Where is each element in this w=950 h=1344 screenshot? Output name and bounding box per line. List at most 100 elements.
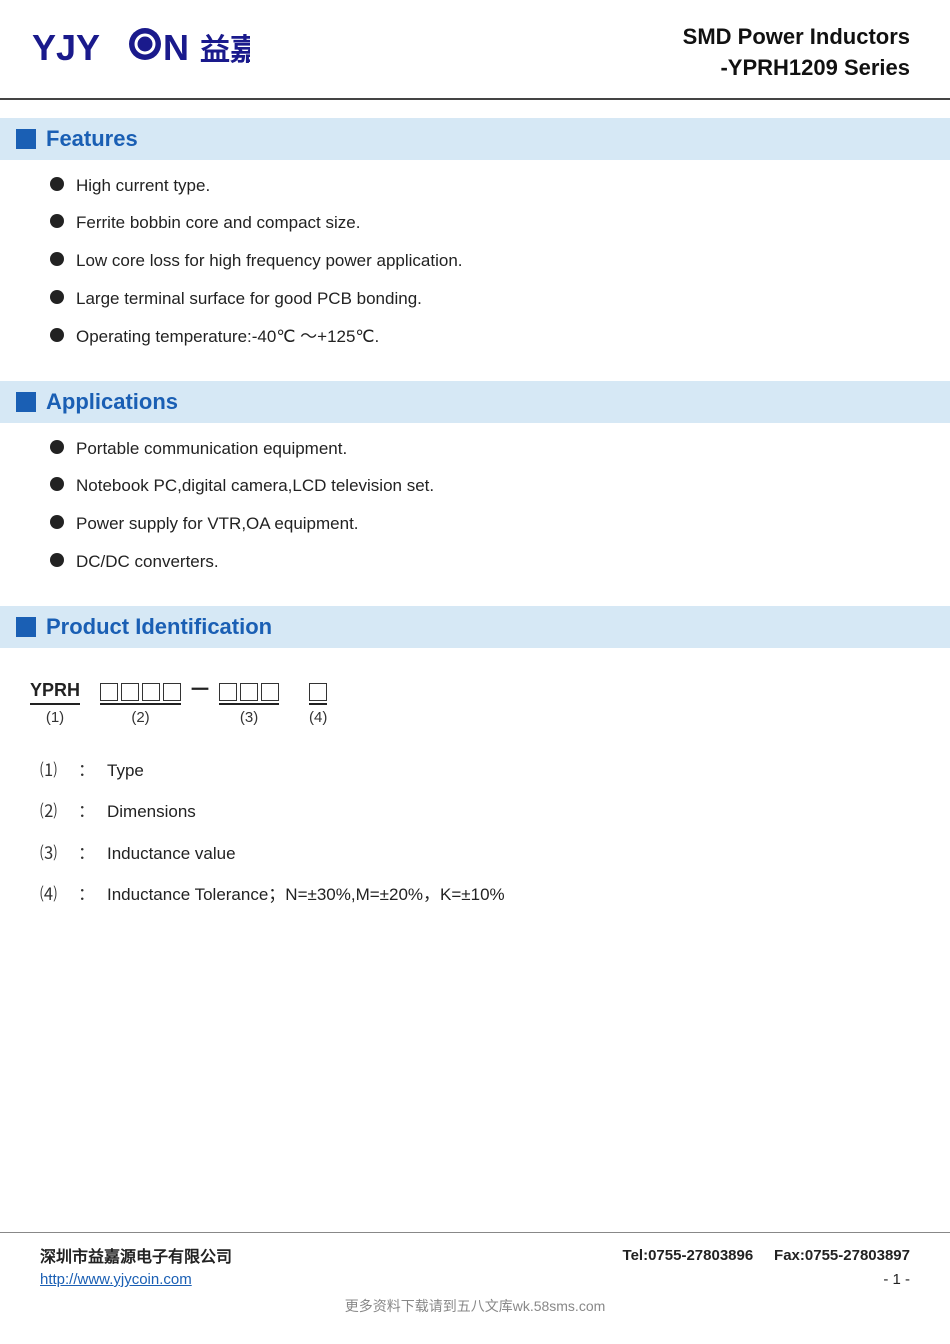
applications-icon bbox=[16, 392, 36, 412]
list-item: High current type. bbox=[50, 174, 910, 198]
item-text-1: Type bbox=[107, 758, 144, 784]
features-header: Features bbox=[0, 118, 950, 160]
product-id-content: YPRH (1) (2) － bbox=[0, 648, 950, 944]
item-num-1: ⑴ bbox=[40, 758, 70, 784]
id-item-4: ⑷ ： Inductance Tolerance；N=±30%,M=±20%，K… bbox=[40, 882, 940, 908]
item-num-4: ⑷ bbox=[40, 882, 70, 908]
code-boxes-2 bbox=[100, 683, 181, 705]
code-group3-label: (3) bbox=[240, 709, 258, 726]
code-group-1: YPRH (1) bbox=[30, 680, 80, 726]
app-item-1: Portable communication equipment. bbox=[76, 437, 347, 461]
product-identification-section: Product Identification YPRH (1) (2) bbox=[0, 606, 950, 944]
code-separator: － bbox=[181, 672, 219, 726]
code-prefix-label: (1) bbox=[46, 709, 64, 726]
applications-list: Portable communication equipment. Notebo… bbox=[40, 423, 910, 588]
applications-section: Applications Portable communication equi… bbox=[0, 381, 950, 588]
item-colon-4: ： bbox=[78, 882, 95, 908]
footer-row2: http://www.yjycoin.com - 1 - bbox=[40, 1271, 910, 1288]
code-box bbox=[219, 683, 237, 701]
list-item: Ferrite bobbin core and compact size. bbox=[50, 211, 910, 235]
id-item-2: ⑵ ： Dimensions bbox=[40, 799, 940, 825]
footer-tel: Tel:0755-27803896 bbox=[623, 1247, 754, 1264]
page-header: YJY N 益嘉源 SMD Power Inductors -YPRH1209 … bbox=[0, 0, 950, 100]
product-id-header: Product Identification bbox=[0, 606, 950, 648]
id-item-3: ⑶ ： Inductance value bbox=[40, 841, 940, 867]
footer-page: - 1 - bbox=[883, 1271, 910, 1288]
code-group2-label: (2) bbox=[131, 709, 149, 726]
item-text-2: Dimensions bbox=[107, 799, 196, 825]
feature-item-2: Ferrite bobbin core and compact size. bbox=[76, 211, 360, 235]
item-colon-2: ： bbox=[78, 799, 95, 825]
app-item-2: Notebook PC,digital camera,LCD televisio… bbox=[76, 474, 434, 498]
item-text-3: Inductance value bbox=[107, 841, 236, 867]
code-group-4: (4) bbox=[309, 683, 327, 726]
title-line1: SMD Power Inductors bbox=[683, 22, 910, 53]
bullet-dot bbox=[50, 177, 64, 191]
features-section: Features High current type. Ferrite bobb… bbox=[0, 118, 950, 363]
product-id-title: Product Identification bbox=[46, 614, 272, 640]
footer-fax: Fax:0755-27803897 bbox=[774, 1247, 910, 1264]
bullet-dot bbox=[50, 553, 64, 567]
list-item: Power supply for VTR,OA equipment. bbox=[50, 512, 910, 536]
list-item: Low core loss for high frequency power a… bbox=[50, 249, 910, 273]
item-colon-1: ： bbox=[78, 758, 95, 784]
features-list: High current type. Ferrite bobbin core a… bbox=[40, 160, 910, 363]
code-diagram: YPRH (1) (2) － bbox=[20, 672, 940, 726]
svg-text:益嘉源: 益嘉源 bbox=[200, 34, 250, 67]
applications-header: Applications bbox=[0, 381, 950, 423]
feature-item-1: High current type. bbox=[76, 174, 210, 198]
logo-area: YJY N 益嘉源 bbox=[30, 22, 250, 70]
code-boxes-3 bbox=[219, 683, 279, 705]
list-item: DC/DC converters. bbox=[50, 550, 910, 574]
list-item: Notebook PC,digital camera,LCD televisio… bbox=[50, 474, 910, 498]
id-item-1: ⑴ ： Type bbox=[40, 758, 940, 784]
footer-row1: 深圳市益嘉源电子有限公司 Tel:0755-27803896 Fax:0755-… bbox=[40, 1243, 910, 1267]
bullet-dot bbox=[50, 440, 64, 454]
svg-text:YJY: YJY bbox=[32, 27, 100, 68]
feature-item-5: Operating temperature:-40℃ ～+125℃. bbox=[76, 325, 379, 349]
code-box bbox=[261, 683, 279, 701]
list-item: Portable communication equipment. bbox=[50, 437, 910, 461]
app-item-4: DC/DC converters. bbox=[76, 550, 219, 574]
item-num-2: ⑵ bbox=[40, 799, 70, 825]
product-id-items: ⑴ ： Type ⑵ ： Dimensions ⑶ ： Inductance v… bbox=[20, 758, 940, 908]
item-colon-3: ： bbox=[78, 841, 95, 867]
feature-item-3: Low core loss for high frequency power a… bbox=[76, 249, 463, 273]
footer-contact: Tel:0755-27803896 Fax:0755-27803897 bbox=[623, 1247, 910, 1264]
footer-company: 深圳市益嘉源电子有限公司 bbox=[40, 1243, 232, 1267]
bullet-dot bbox=[50, 290, 64, 304]
features-title: Features bbox=[46, 126, 138, 152]
title-line2: -YPRH1209 Series bbox=[683, 53, 910, 84]
feature-item-4: Large terminal surface for good PCB bond… bbox=[76, 287, 422, 311]
bullet-dot bbox=[50, 252, 64, 266]
code-box bbox=[163, 683, 181, 701]
features-content: High current type. Ferrite bobbin core a… bbox=[0, 160, 950, 363]
bullet-dot bbox=[50, 214, 64, 228]
code-group-2: (2) bbox=[100, 683, 181, 726]
applications-title: Applications bbox=[46, 389, 178, 415]
app-item-3: Power supply for VTR,OA equipment. bbox=[76, 512, 359, 536]
code-box bbox=[240, 683, 258, 701]
footer-watermark: 更多资料下载请到五八文库wk.58sms.com bbox=[40, 1296, 910, 1316]
list-item: Operating temperature:-40℃ ～+125℃. bbox=[50, 325, 910, 349]
header-title: SMD Power Inductors -YPRH1209 Series bbox=[683, 22, 910, 84]
bullet-dot bbox=[50, 477, 64, 491]
item-num-3: ⑶ bbox=[40, 841, 70, 867]
logo-svg: YJY N 益嘉源 bbox=[30, 22, 250, 70]
code-group4-label: (4) bbox=[309, 709, 327, 726]
code-boxes-4 bbox=[309, 683, 327, 705]
svg-text:N: N bbox=[163, 27, 189, 68]
code-group-3: (3) bbox=[219, 683, 279, 726]
page-footer: 深圳市益嘉源电子有限公司 Tel:0755-27803896 Fax:0755-… bbox=[0, 1232, 950, 1316]
bullet-dot bbox=[50, 515, 64, 529]
code-box bbox=[309, 683, 327, 701]
applications-content: Portable communication equipment. Notebo… bbox=[0, 423, 950, 588]
code-prefix: YPRH bbox=[30, 680, 80, 705]
product-id-icon bbox=[16, 617, 36, 637]
logo-box: YJY N 益嘉源 bbox=[30, 22, 250, 70]
code-box bbox=[142, 683, 160, 701]
bullet-dot bbox=[50, 328, 64, 342]
code-box bbox=[121, 683, 139, 701]
item-text-4: Inductance Tolerance；N=±30%,M=±20%，K=±10… bbox=[107, 882, 505, 908]
footer-website[interactable]: http://www.yjycoin.com bbox=[40, 1271, 192, 1288]
